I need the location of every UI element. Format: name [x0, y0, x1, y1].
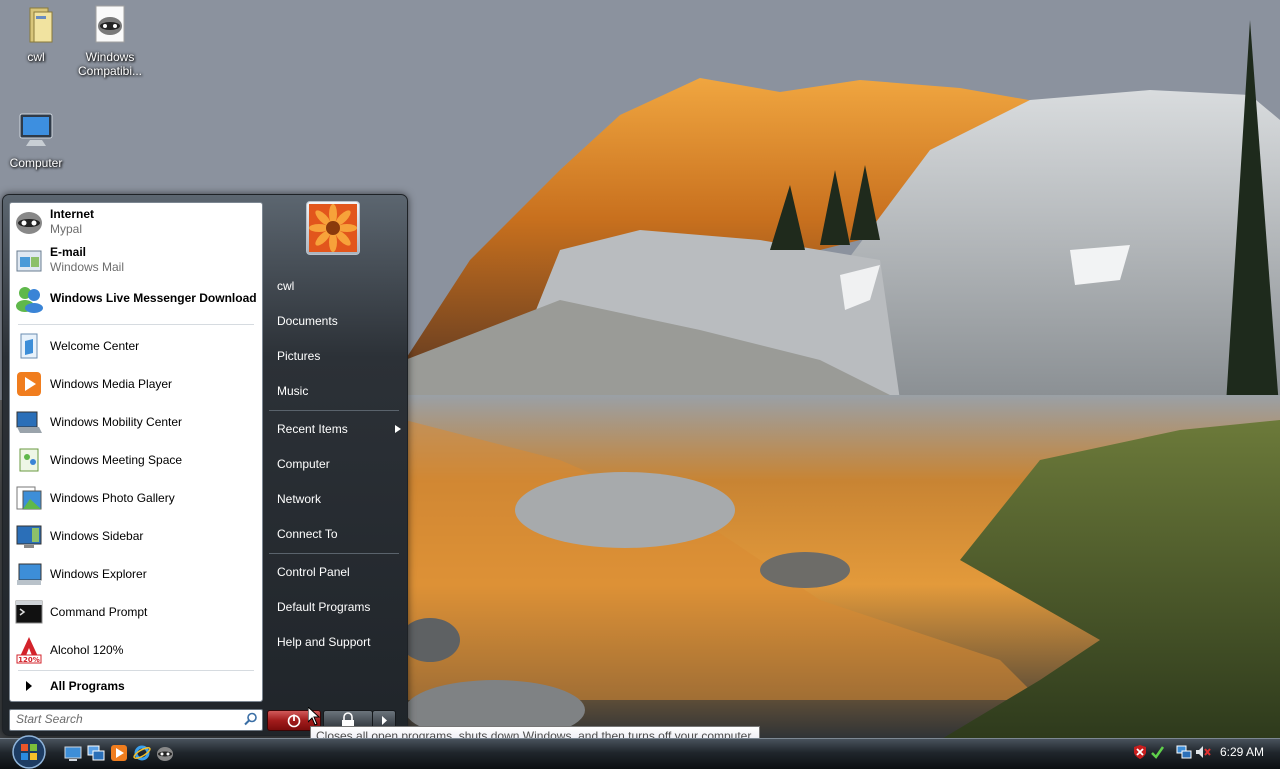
desktop-icon-label: Computer	[9, 156, 63, 170]
chevron-right-icon	[395, 416, 401, 442]
security-alert-icon[interactable]	[1132, 744, 1148, 760]
right-item-network[interactable]: Network	[269, 486, 407, 512]
taskbar	[0, 738, 1280, 769]
switch-windows-icon[interactable]	[87, 744, 105, 762]
folder-icon	[16, 4, 56, 46]
program-windows-photo-gallery[interactable]: Windows Photo Gallery	[14, 481, 258, 515]
right-item-control-panel[interactable]: Control Panel	[269, 559, 407, 585]
pinned-title: Internet	[50, 207, 95, 221]
command-prompt-icon	[14, 597, 44, 627]
program-welcome-center[interactable]: Welcome Center	[14, 329, 258, 363]
welcome-center-icon	[14, 331, 44, 361]
right-item-music[interactable]: Music	[269, 378, 407, 404]
pinned-title: Windows Live Messenger Download	[50, 290, 257, 305]
flower-picture-icon	[309, 204, 357, 252]
program-windows-explorer[interactable]: Windows Explorer	[14, 557, 258, 591]
pinned-subtitle: Windows Mail	[50, 260, 125, 274]
right-item-label: Recent Items	[277, 422, 348, 436]
desktop-icon-label: cwl	[27, 50, 45, 64]
user-avatar[interactable]	[306, 201, 360, 255]
internet-explorer-icon[interactable]	[133, 744, 151, 762]
right-item-pictures[interactable]: Pictures	[269, 343, 407, 369]
messenger-icon	[14, 283, 44, 313]
start-menu: Internet Mypal E-mail Windows Mail Windo…	[2, 194, 408, 736]
pinned-subtitle: Mypal	[50, 222, 83, 236]
windows-explorer-icon	[14, 559, 44, 589]
media-player-icon[interactable]	[110, 744, 128, 762]
computer-icon	[16, 110, 56, 152]
program-alcohol-120[interactable]: 120% Alcohol 120%	[14, 633, 258, 667]
photo-gallery-icon	[14, 483, 44, 513]
menu-separator	[269, 553, 399, 554]
start-button[interactable]	[8, 734, 50, 770]
mypal-icon	[14, 207, 44, 237]
program-windows-meeting-space[interactable]: Windows Meeting Space	[14, 443, 258, 477]
program-label: Windows Meeting Space	[50, 452, 183, 467]
program-command-prompt[interactable]: Command Prompt	[14, 595, 258, 629]
mypal-icon[interactable]	[156, 744, 174, 762]
right-item-default-programs[interactable]: Default Programs	[269, 594, 407, 620]
program-label: Command Prompt	[50, 604, 148, 619]
mouse-cursor-icon	[308, 707, 320, 726]
desktop-icon-cwl[interactable]: cwl	[0, 4, 74, 64]
menu-separator	[269, 410, 399, 411]
search-icon[interactable]	[244, 712, 258, 729]
alcohol-120-icon: 120%	[14, 635, 44, 665]
program-label: Windows Explorer	[50, 566, 147, 581]
start-search-input[interactable]	[10, 710, 236, 728]
start-menu-programs-pane: Internet Mypal E-mail Windows Mail Windo…	[9, 202, 263, 702]
program-windows-mobility-center[interactable]: Windows Mobility Center	[14, 405, 258, 439]
meeting-space-icon	[14, 445, 44, 475]
program-label: Windows Media Player	[50, 376, 173, 391]
sidebar-icon	[14, 521, 44, 551]
windows-mail-icon	[14, 245, 44, 275]
media-player-icon	[14, 369, 44, 399]
all-programs-label: All Programs	[50, 678, 125, 693]
program-label: Windows Photo Gallery	[50, 490, 175, 505]
desktop-icon-computer[interactable]: Computer	[0, 110, 74, 170]
program-label: Windows Sidebar	[50, 528, 144, 543]
program-windows-sidebar[interactable]: Windows Sidebar	[14, 519, 258, 553]
pinned-email[interactable]: E-mail Windows Mail	[14, 243, 258, 277]
right-item-help-and-support[interactable]: Help and Support	[269, 629, 407, 655]
network-icon[interactable]	[1176, 744, 1192, 760]
pinned-windows-live-messenger[interactable]: Windows Live Messenger Download	[14, 281, 258, 315]
start-search-box[interactable]	[9, 709, 263, 731]
pinned-internet[interactable]: Internet Mypal	[14, 205, 258, 239]
taskbar-clock[interactable]: 6:29 AM	[1220, 745, 1264, 759]
program-label: Alcohol 120%	[50, 642, 124, 657]
desktop-icon-label: Windows Compatibi...	[77, 50, 143, 78]
mobility-center-icon	[14, 407, 44, 437]
desktop-icon-windows-compatibility[interactable]: Windows Compatibi...	[72, 4, 148, 78]
check-shield-icon[interactable]	[1149, 744, 1165, 760]
menu-separator	[18, 670, 254, 671]
show-desktop-icon[interactable]	[64, 744, 82, 762]
right-item-cwl[interactable]: cwl	[269, 273, 407, 299]
program-label: Windows Mobility Center	[50, 414, 183, 429]
svg-text:120%: 120%	[18, 656, 40, 664]
raccoon-app-icon	[90, 4, 130, 46]
right-item-documents[interactable]: Documents	[269, 308, 407, 334]
all-programs-button[interactable]: All Programs	[14, 675, 258, 697]
right-item-computer[interactable]: Computer	[269, 451, 407, 477]
right-item-recent-items[interactable]: Recent Items	[269, 416, 407, 442]
menu-separator	[18, 324, 254, 325]
right-item-connect-to[interactable]: Connect To	[269, 521, 407, 547]
triangle-right-icon	[14, 681, 44, 691]
volume-muted-icon[interactable]	[1195, 744, 1211, 760]
program-label: Welcome Center	[50, 338, 140, 353]
pinned-title: E-mail	[50, 245, 87, 259]
program-windows-media-player[interactable]: Windows Media Player	[14, 367, 258, 401]
